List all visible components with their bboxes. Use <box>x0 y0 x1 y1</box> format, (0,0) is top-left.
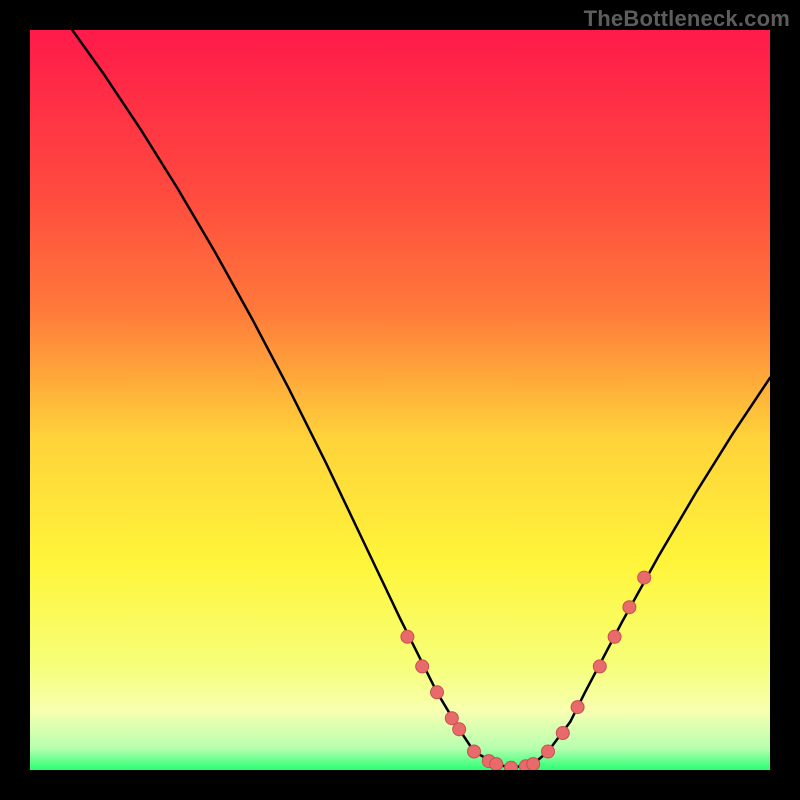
highlight-dot <box>453 723 466 736</box>
highlight-dot <box>505 761 518 770</box>
highlight-dot <box>556 727 569 740</box>
watermark-text: TheBottleneck.com <box>584 6 790 32</box>
highlight-dot <box>638 571 651 584</box>
highlight-dot <box>527 758 540 770</box>
highlight-dot <box>608 630 621 643</box>
highlight-dot <box>445 712 458 725</box>
highlight-dot <box>490 758 503 770</box>
highlight-dot <box>571 701 584 714</box>
highlight-dot <box>623 601 636 614</box>
plot-svg <box>30 30 770 770</box>
highlight-dot <box>431 686 444 699</box>
highlight-dot <box>593 660 606 673</box>
highlight-dot <box>416 660 429 673</box>
highlight-dot <box>542 745 555 758</box>
gradient-bg <box>30 30 770 770</box>
highlight-dot <box>468 745 481 758</box>
plot-area <box>30 30 770 770</box>
chart-frame: TheBottleneck.com <box>0 0 800 800</box>
highlight-dot <box>401 630 414 643</box>
